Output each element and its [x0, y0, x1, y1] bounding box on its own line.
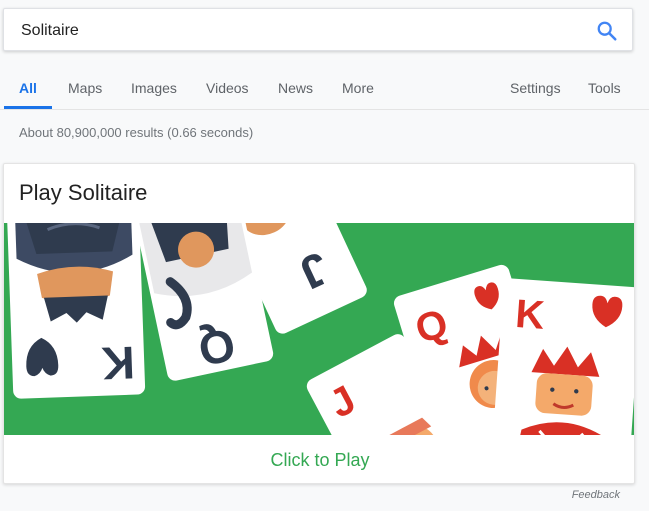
search-icon — [597, 21, 617, 41]
search-input[interactable] — [19, 17, 563, 45]
search-button[interactable] — [596, 20, 618, 42]
tab-maps[interactable]: Maps — [68, 80, 102, 96]
solitaire-illustration[interactable]: J Q K J Q K — [4, 223, 635, 435]
tab-tools[interactable]: Tools — [588, 80, 621, 96]
feedback-link[interactable]: Feedback — [572, 489, 620, 501]
tab-images[interactable]: Images — [131, 80, 177, 96]
search-box[interactable] — [3, 8, 633, 51]
tab-news[interactable]: News — [278, 80, 313, 96]
tab-settings[interactable]: Settings — [510, 80, 561, 96]
click-to-play-link[interactable]: Click to Play — [4, 435, 634, 483]
solitaire-banner[interactable]: J Q K J Q K — [4, 223, 635, 435]
card-king-red: K — [491, 278, 634, 435]
card-king-dark-letter: K — [101, 337, 136, 390]
tab-videos[interactable]: Videos — [206, 80, 249, 96]
result-stats: About 80,900,000 results (0.66 seconds) — [19, 125, 254, 140]
tab-all[interactable]: All — [19, 80, 37, 96]
card-king-red-letter: K — [514, 292, 546, 338]
tab-more[interactable]: More — [342, 80, 374, 96]
solitaire-card: Play Solitaire J Q K J Q K Click to Play — [3, 163, 635, 484]
card-king-dark: K — [7, 223, 146, 399]
card-title: Play Solitaire — [19, 180, 148, 205]
search-tabs-bar: All Maps Images Videos News More Setting… — [0, 63, 649, 110]
active-tab-indicator — [4, 106, 52, 109]
